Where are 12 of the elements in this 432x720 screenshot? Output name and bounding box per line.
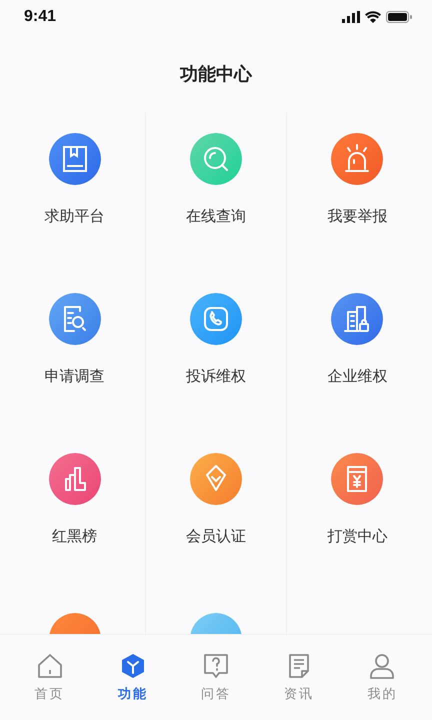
page-title: 功能中心 <box>178 63 254 84</box>
feature-label[interactable]: 申请调查 <box>44 367 105 386</box>
tab-item[interactable]: 功能 <box>102 653 163 720</box>
feature-label[interactable]: 求助平台 <box>44 207 105 226</box>
feature-label[interactable]: 会员认证 <box>186 527 246 546</box>
feature-label[interactable]: 在线查询 <box>186 207 246 226</box>
feature-label[interactable]: 红黑榜 <box>52 527 98 546</box>
feature-label[interactable]: 投诉维权 <box>186 367 246 386</box>
status-time: 9:41 <box>24 8 56 26</box>
feature-label[interactable]: 我要举报 <box>327 207 388 226</box>
feature-label[interactable]: 企业维权 <box>327 367 388 386</box>
feature-label[interactable]: 打赏中心 <box>327 527 388 546</box>
